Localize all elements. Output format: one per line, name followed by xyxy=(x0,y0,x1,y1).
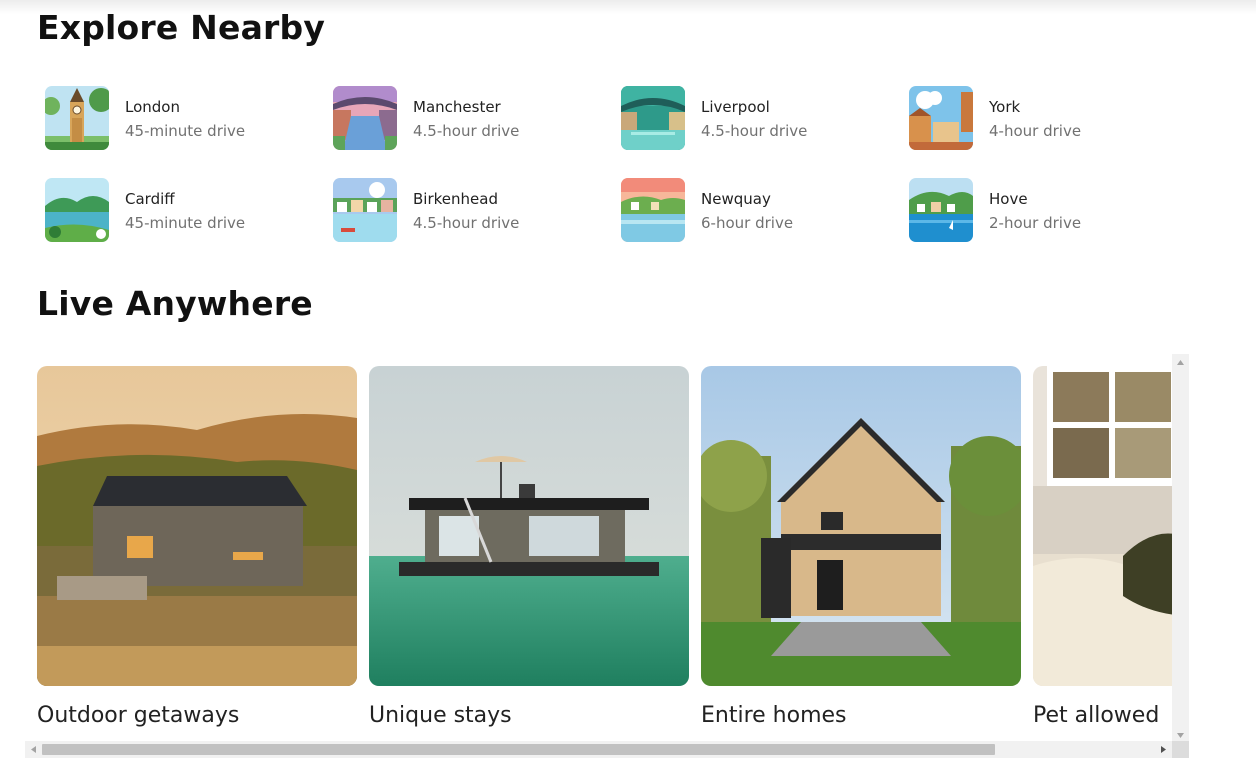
nearby-item-cardiff[interactable]: Cardiff 45-minute drive xyxy=(45,178,333,270)
card-entire-homes[interactable]: Entire homes xyxy=(701,366,1021,730)
card-label: Unique stays xyxy=(369,703,512,728)
a-frame-house-photo xyxy=(701,366,1021,686)
vertical-scrollbar[interactable] xyxy=(1172,354,1189,744)
drive-time: 4.5-hour drive xyxy=(413,214,520,232)
live-anywhere-heading: Live Anywhere xyxy=(37,284,313,323)
old-town-thumbnail xyxy=(909,86,973,150)
card-label: Pet allowed xyxy=(1033,703,1160,728)
scrollbar-corner xyxy=(1172,741,1189,758)
card-outdoor-getaways[interactable]: Outdoor getaways xyxy=(37,366,357,730)
nearby-item-london[interactable]: London 45-minute drive xyxy=(45,86,333,178)
drive-time: 2-hour drive xyxy=(989,214,1082,232)
nearby-item-birkenhead[interactable]: Birkenhead 4.5-hour drive xyxy=(333,178,621,270)
bridge-river-thumbnail xyxy=(621,86,685,150)
drive-time: 45-minute drive xyxy=(125,214,246,232)
drive-time: 6-hour drive xyxy=(701,214,794,232)
explore-nearby-heading: Explore Nearby xyxy=(37,8,326,47)
explore-nearby-grid: London 45-minute drive Manchester 4.5-ho… xyxy=(45,86,1197,270)
nearby-item-liverpool[interactable]: Liverpool 4.5-hour drive xyxy=(621,86,909,178)
city-name: Cardiff xyxy=(125,190,175,208)
sunset-coast-thumbnail xyxy=(621,178,685,242)
city-name: Hove xyxy=(989,190,1028,208)
card-pet-allowed[interactable]: Pet allowed xyxy=(1033,366,1189,730)
city-name: Liverpool xyxy=(701,98,770,116)
scroll-up-arrow-icon[interactable] xyxy=(1172,354,1189,371)
nearby-item-york[interactable]: York 4-hour drive xyxy=(909,86,1197,178)
houseboat-photo xyxy=(369,366,689,686)
countryside-cabin-photo xyxy=(37,366,357,686)
drive-time: 4-hour drive xyxy=(989,122,1082,140)
horizontal-scroll-thumb[interactable] xyxy=(42,744,995,755)
scroll-left-arrow-icon[interactable] xyxy=(25,741,42,758)
city-name: York xyxy=(989,98,1021,116)
city-name: Birkenhead xyxy=(413,190,498,208)
nearby-item-newquay[interactable]: Newquay 6-hour drive xyxy=(621,178,909,270)
lake-hills-thumbnail xyxy=(45,178,109,242)
bridge-canal-thumbnail xyxy=(333,86,397,150)
horizontal-scrollbar[interactable] xyxy=(25,741,1172,758)
drive-time: 4.5-hour drive xyxy=(701,122,808,140)
city-name: Newquay xyxy=(701,190,771,208)
live-anywhere-carousel[interactable]: Outdoor getaways Unique stays Entire hom… xyxy=(25,354,1189,758)
dog-on-bed-photo xyxy=(1033,366,1189,686)
harbour-houses-thumbnail xyxy=(333,178,397,242)
card-unique-stays[interactable]: Unique stays xyxy=(369,366,689,730)
scroll-right-arrow-icon[interactable] xyxy=(1155,741,1172,758)
seaside-village-thumbnail xyxy=(909,178,973,242)
drive-time: 45-minute drive xyxy=(125,122,246,140)
card-label: Entire homes xyxy=(701,703,847,728)
city-name: Manchester xyxy=(413,98,501,116)
drive-time: 4.5-hour drive xyxy=(413,122,520,140)
big-ben-thumbnail xyxy=(45,86,109,150)
card-label: Outdoor getaways xyxy=(37,703,240,728)
nearby-item-manchester[interactable]: Manchester 4.5-hour drive xyxy=(333,86,621,178)
carousel-track: Outdoor getaways Unique stays Entire hom… xyxy=(37,366,1189,730)
city-name: London xyxy=(125,98,180,116)
nearby-item-hove[interactable]: Hove 2-hour drive xyxy=(909,178,1197,270)
